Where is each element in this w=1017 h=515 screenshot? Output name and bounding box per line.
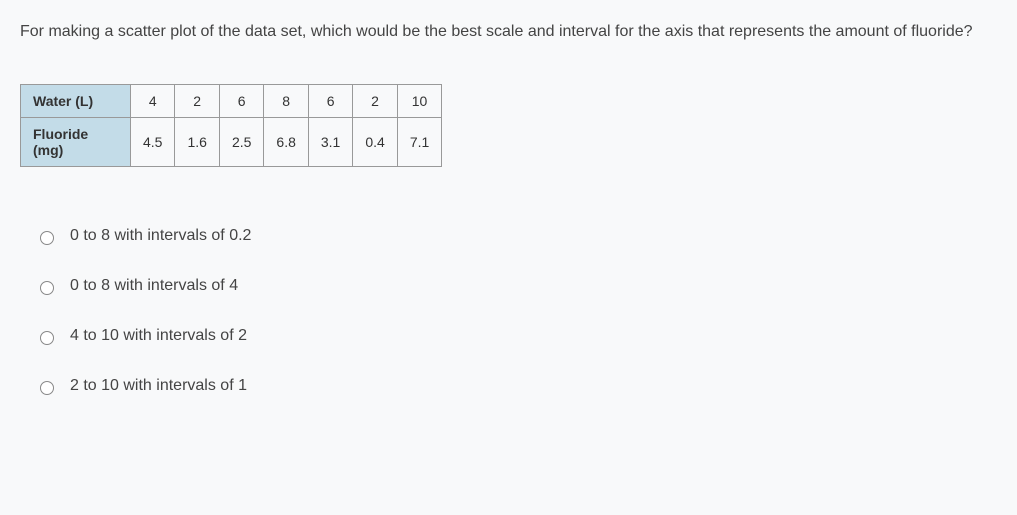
table-cell: 2 — [175, 85, 219, 118]
table-cell: 6 — [219, 85, 263, 118]
option-label: 2 to 10 with intervals of 1 — [70, 377, 247, 395]
radio-icon[interactable] — [40, 381, 54, 395]
radio-icon[interactable] — [40, 331, 54, 345]
table-cell: 10 — [397, 85, 441, 118]
table-cell: 4 — [131, 85, 175, 118]
option-label: 0 to 8 with intervals of 0.2 — [70, 227, 251, 245]
option-label: 0 to 8 with intervals of 4 — [70, 277, 238, 295]
option-1[interactable]: 0 to 8 with intervals of 4 — [40, 277, 997, 295]
table-cell: 6 — [308, 85, 352, 118]
table-cell: 3.1 — [308, 118, 352, 167]
data-table: Water (L) 4 2 6 8 6 2 10 Fluoride (mg) 4… — [20, 84, 442, 167]
radio-icon[interactable] — [40, 281, 54, 295]
table-cell: 1.6 — [175, 118, 219, 167]
table-cell: 6.8 — [264, 118, 308, 167]
option-label: 4 to 10 with intervals of 2 — [70, 327, 247, 345]
table-row: Fluoride (mg) 4.5 1.6 2.5 6.8 3.1 0.4 7.… — [21, 118, 442, 167]
options-list: 0 to 8 with intervals of 0.2 0 to 8 with… — [20, 227, 997, 395]
option-3[interactable]: 2 to 10 with intervals of 1 — [40, 377, 997, 395]
option-0[interactable]: 0 to 8 with intervals of 0.2 — [40, 227, 997, 245]
table-cell: 8 — [264, 85, 308, 118]
row-header-water: Water (L) — [21, 85, 131, 118]
table-row: Water (L) 4 2 6 8 6 2 10 — [21, 85, 442, 118]
question-text: For making a scatter plot of the data se… — [20, 20, 997, 44]
table-cell: 0.4 — [353, 118, 397, 167]
table-cell: 2 — [353, 85, 397, 118]
row-header-fluoride: Fluoride (mg) — [21, 118, 131, 167]
table-cell: 2.5 — [219, 118, 263, 167]
radio-icon[interactable] — [40, 231, 54, 245]
table-cell: 7.1 — [397, 118, 441, 167]
table-cell: 4.5 — [131, 118, 175, 167]
option-2[interactable]: 4 to 10 with intervals of 2 — [40, 327, 997, 345]
